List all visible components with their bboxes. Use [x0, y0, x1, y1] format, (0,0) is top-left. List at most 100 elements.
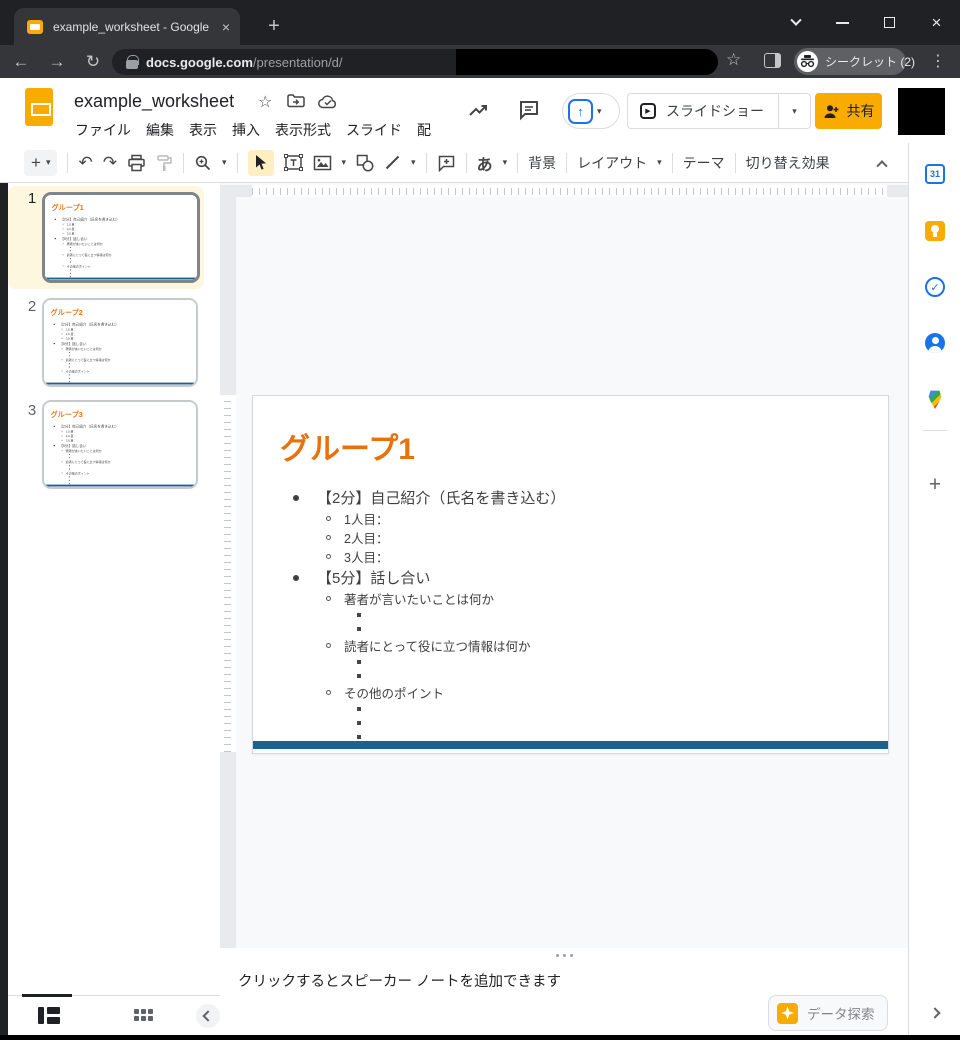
slide-thumbnail-2[interactable]: グループ2 【2分】自己紹介（氏名を書き込む）1人目：2人目：3人目：【5分】話…	[42, 298, 198, 387]
contacts-icon[interactable]	[924, 332, 946, 354]
browser-menu-icon[interactable]: ⋮	[928, 51, 948, 71]
horizontal-ruler	[220, 185, 908, 197]
sidebar-divider	[923, 430, 947, 431]
maps-icon[interactable]	[924, 388, 946, 410]
background-button[interactable]: 背景	[528, 153, 556, 173]
cursor-icon	[254, 154, 268, 171]
image-caret-icon[interactable]: ▾	[342, 157, 347, 168]
layout-caret-icon[interactable]: ▾	[657, 157, 662, 168]
slideshow-button[interactable]: ▶ スライドショー	[627, 93, 778, 129]
insert-line-icon[interactable]	[384, 154, 401, 171]
thumb-slide-title: グループ3	[50, 409, 82, 420]
window-maximize-button[interactable]	[866, 0, 913, 45]
side-panel-icon[interactable]	[764, 53, 781, 68]
filmstrip-panel: 1 グループ1 【2分】自己紹介（氏名を書き込む）1人目：2人目：3人目：【5分…	[8, 183, 220, 995]
redo-icon[interactable]: ↷	[103, 153, 117, 173]
slide-bullet-level-3	[293, 622, 872, 636]
window-menu-chevron-icon[interactable]	[772, 0, 819, 45]
speaker-notes-placeholder[interactable]: クリックするとスピーカー ノートを追加できます	[238, 970, 561, 991]
account-avatar[interactable]	[898, 88, 945, 135]
browser-tab[interactable]: example_worksheet - Google スラ ×	[14, 8, 240, 45]
layout-button[interactable]: レイアウト	[577, 153, 647, 173]
menu-view[interactable]: 表示	[189, 120, 217, 140]
google-slides-window: example_worksheet - Google スラ × + × ← → …	[0, 0, 960, 1040]
keep-icon[interactable]	[924, 220, 946, 242]
browser-titlebar: example_worksheet - Google スラ × + ×	[0, 0, 960, 45]
toolbar-divider	[672, 153, 673, 173]
favorite-star-icon[interactable]: ☆	[258, 92, 272, 112]
zoom-caret-icon[interactable]: ▾	[222, 157, 227, 168]
zoom-icon[interactable]	[194, 154, 212, 172]
comment-history-icon[interactable]	[517, 98, 541, 127]
url-bar[interactable]: docs.google.com /presentation/d/	[112, 49, 718, 75]
explore-label: データ探索	[807, 1003, 875, 1023]
activity-trend-icon[interactable]	[466, 98, 490, 127]
menu-insert[interactable]: 挿入	[232, 120, 260, 140]
incognito-icon	[797, 51, 818, 72]
transition-button[interactable]: 切り替え効果	[746, 153, 830, 173]
insert-image-icon[interactable]	[313, 155, 332, 171]
tasks-icon[interactable]: ✓	[924, 276, 946, 298]
share-button[interactable]: 共有	[815, 93, 882, 129]
undo-icon[interactable]: ↶	[78, 153, 92, 173]
expand-side-panel-button[interactable]	[925, 1003, 945, 1023]
add-addon-button[interactable]: +	[924, 473, 946, 497]
slide-bullet-level-2: 著者が言いたいことは何か	[293, 589, 872, 608]
calendar-icon[interactable]: 31	[924, 163, 946, 185]
slide-title[interactable]: グループ1	[280, 424, 415, 468]
slide-bullet-level-3	[293, 608, 872, 622]
text-format-caret-icon[interactable]: ▾	[503, 157, 508, 168]
slide-bullet-level-2: 読者にとって役に立つ情報は何か	[293, 636, 872, 655]
bookmark-star-icon[interactable]: ☆	[726, 50, 741, 70]
toolbar-divider	[67, 153, 68, 173]
tab-title: example_worksheet - Google スラ	[53, 18, 211, 35]
move-folder-icon[interactable]	[287, 93, 305, 114]
grid-view-icon[interactable]	[134, 1009, 153, 1021]
select-tool-button[interactable]	[248, 150, 274, 176]
incognito-label: シークレット (2)	[825, 53, 915, 70]
browser-url-row: ← → ↻ docs.google.com /presentation/d/ ☆…	[0, 45, 960, 78]
present-caret-icon[interactable]: ▾	[597, 106, 602, 117]
slide-bullet-level-3	[293, 716, 872, 730]
document-title[interactable]: example_worksheet	[74, 91, 234, 112]
slide-thumbnail-3[interactable]: グループ3 【2分】自己紹介（氏名を書き込む）1人目：2人目：3人目：【5分】話…	[42, 400, 198, 489]
speaker-notes-area[interactable]: クリックするとスピーカー ノートを追加できます データ探索	[220, 962, 908, 1035]
tab-close-icon[interactable]: ×	[222, 20, 230, 34]
window-close-button[interactable]: ×	[913, 0, 960, 45]
menu-file[interactable]: ファイル	[75, 120, 131, 140]
new-tab-button[interactable]: +	[260, 12, 288, 40]
slide-bullet-level-2: 2人目：	[293, 528, 872, 547]
slides-logo-icon[interactable]	[25, 88, 53, 126]
new-slide-button[interactable]: + ▾	[24, 150, 57, 176]
theme-button[interactable]: テーマ	[683, 153, 725, 173]
present-button[interactable]: ↑ ▾	[562, 93, 620, 129]
reload-icon[interactable]: ↻	[78, 49, 108, 75]
window-minimize-button[interactable]	[819, 0, 866, 45]
collapse-filmstrip-button[interactable]	[196, 1004, 220, 1028]
insert-shape-icon[interactable]	[356, 154, 374, 172]
text-box-icon[interactable]	[284, 154, 303, 171]
current-slide[interactable]: グループ1 【2分】自己紹介（氏名を書き込む）1人目：2人目：3人目：【5分】話…	[252, 395, 889, 754]
slides-favicon-icon	[27, 20, 43, 34]
explore-button[interactable]: データ探索	[768, 995, 888, 1031]
paint-format-icon[interactable]	[156, 154, 173, 172]
slideshow-dropdown-button[interactable]: ▾	[778, 93, 811, 129]
line-caret-icon[interactable]: ▾	[411, 157, 416, 168]
forward-icon[interactable]: →	[42, 49, 72, 75]
back-icon[interactable]: ←	[6, 49, 36, 75]
url-path: /presentation/d/	[253, 55, 343, 70]
slide-body-bullets[interactable]: 【2分】自己紹介（氏名を書き込む）1人目：2人目：3人目：【5分】話し合い著者が…	[293, 486, 872, 744]
menubar: ファイル 編集 表示 挿入 表示形式 スライド 配置	[75, 120, 445, 140]
text-format-tool[interactable]: あ	[477, 151, 493, 175]
menu-format[interactable]: 表示形式	[275, 120, 331, 140]
cloud-saved-icon[interactable]	[318, 95, 338, 114]
add-comment-icon[interactable]	[437, 154, 456, 172]
menu-edit[interactable]: 編集	[146, 120, 174, 140]
filmstrip-view-icon[interactable]	[38, 1007, 60, 1024]
incognito-badge[interactable]: シークレット (2)	[794, 48, 906, 75]
print-icon[interactable]	[127, 154, 146, 172]
slide-thumbnail-1[interactable]: グループ1 【2分】自己紹介（氏名を書き込む）1人目：2人目：3人目：【5分】話…	[42, 192, 200, 283]
toolbar-collapse-button[interactable]	[874, 155, 890, 171]
menu-slide[interactable]: スライド	[346, 120, 402, 140]
notes-resize-handle[interactable]	[220, 948, 908, 962]
